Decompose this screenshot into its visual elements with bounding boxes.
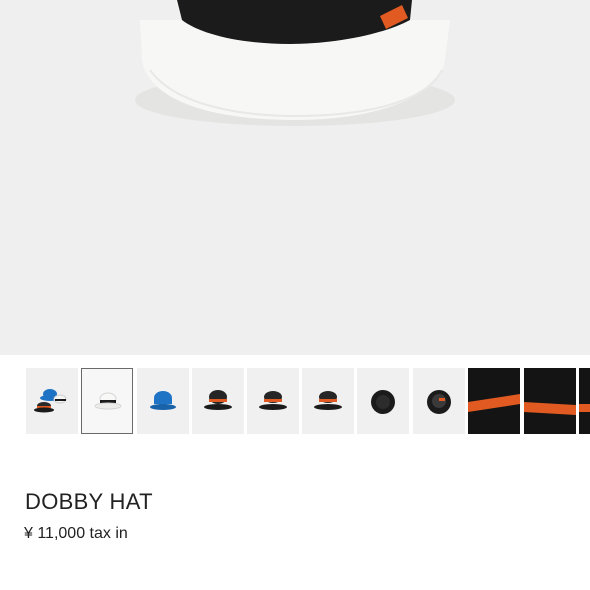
product-price: ¥ 11,000 tax in xyxy=(24,525,128,542)
thumbnail-black-hat-back[interactable] xyxy=(302,368,354,434)
thumbnail-black-hat-top[interactable] xyxy=(357,368,409,434)
thumbnail-white-hat[interactable] xyxy=(81,368,133,434)
thumbnail-orange-band-detail-2[interactable] xyxy=(524,368,576,434)
thumbnail-blue-hat[interactable] xyxy=(137,368,189,434)
thumbnail-orange-band-detail-3[interactable] xyxy=(579,368,590,434)
thumbnail-strip xyxy=(0,368,590,436)
thumbnail-multi-color-hats[interactable] xyxy=(26,368,78,434)
thumbnail-black-hat-inside[interactable] xyxy=(413,368,465,434)
thumbnail-orange-band-detail-1[interactable] xyxy=(468,368,520,434)
white-bucket-hat-image xyxy=(135,0,455,126)
product-title: DOBBY HAT xyxy=(25,489,153,514)
thumbnail-black-hat-front[interactable] xyxy=(192,368,244,434)
thumbnail-black-hat-side[interactable] xyxy=(247,368,299,434)
product-main-image xyxy=(0,0,590,355)
